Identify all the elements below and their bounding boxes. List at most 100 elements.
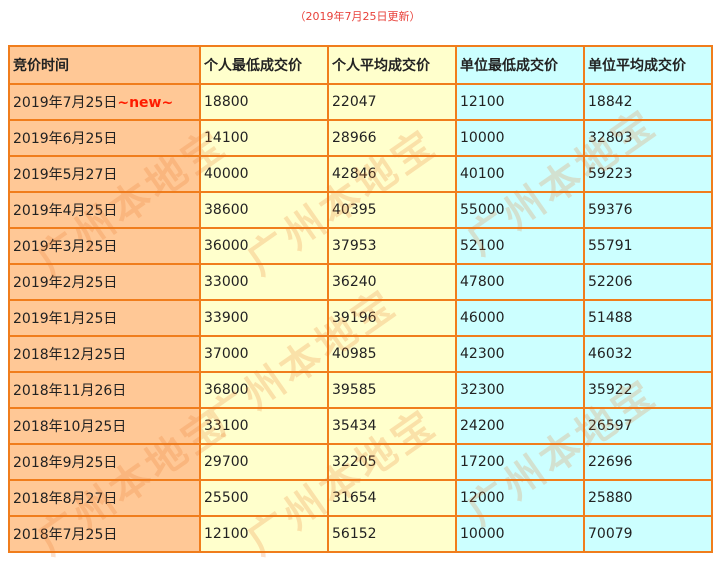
col-header-unit-avg: 单位平均成交价 bbox=[583, 45, 713, 85]
table-row: 2018年8月27日 25500 31654 12000 25880 bbox=[8, 479, 713, 517]
cell-personal-min: 25500 bbox=[199, 479, 329, 517]
cell-personal-avg: 22047 bbox=[327, 83, 457, 121]
cell-personal-avg: 28966 bbox=[327, 119, 457, 157]
cell-date: 2019年6月25日 bbox=[8, 119, 201, 157]
cell-unit-min: 24200 bbox=[455, 407, 585, 445]
cell-date: 2018年7月25日 bbox=[8, 515, 201, 553]
cell-unit-avg: 59376 bbox=[583, 191, 713, 229]
date-text: 2018年7月25日 bbox=[13, 527, 118, 543]
cell-personal-min: 40000 bbox=[199, 155, 329, 193]
cell-personal-avg: 31654 bbox=[327, 479, 457, 517]
cell-personal-min: 33100 bbox=[199, 407, 329, 445]
cell-unit-avg: 70079 bbox=[583, 515, 713, 553]
cell-personal-min: 33000 bbox=[199, 263, 329, 301]
cell-unit-min: 46000 bbox=[455, 299, 585, 337]
cell-personal-avg: 39585 bbox=[327, 371, 457, 409]
cell-personal-avg: 36240 bbox=[327, 263, 457, 301]
cell-unit-min: 52100 bbox=[455, 227, 585, 265]
table-row: 2019年2月25日 33000 36240 47800 52206 bbox=[8, 263, 713, 301]
cell-unit-avg: 25880 bbox=[583, 479, 713, 517]
cell-unit-min: 12000 bbox=[455, 479, 585, 517]
date-text: 2018年9月25日 bbox=[13, 455, 118, 471]
cell-personal-min: 37000 bbox=[199, 335, 329, 373]
cell-date: 2019年2月25日 bbox=[8, 263, 201, 301]
cell-unit-avg: 46032 bbox=[583, 335, 713, 373]
cell-date: 2019年3月25日 bbox=[8, 227, 201, 265]
date-text: 2019年2月25日 bbox=[13, 275, 118, 291]
cell-personal-min: 36000 bbox=[199, 227, 329, 265]
cell-date: 2019年7月25日~new~ bbox=[8, 83, 201, 121]
cell-unit-avg: 55791 bbox=[583, 227, 713, 265]
date-text: 2019年5月27日 bbox=[13, 167, 118, 183]
cell-personal-avg: 32205 bbox=[327, 443, 457, 481]
cell-date: 2018年8月27日 bbox=[8, 479, 201, 517]
table-row: 2019年1月25日 33900 39196 46000 51488 bbox=[8, 299, 713, 337]
cell-personal-avg: 40985 bbox=[327, 335, 457, 373]
cell-date: 2018年12月25日 bbox=[8, 335, 201, 373]
cell-unit-avg: 18842 bbox=[583, 83, 713, 121]
cell-unit-min: 10000 bbox=[455, 119, 585, 157]
new-badge: ~new~ bbox=[117, 95, 174, 111]
cell-personal-min: 12100 bbox=[199, 515, 329, 553]
table-body: 2019年7月25日~new~ 18800 22047 12100 18842 2019年… bbox=[8, 83, 713, 553]
table-row: 2018年10月25日 33100 35434 24200 26597 bbox=[8, 407, 713, 445]
cell-personal-min: 36800 bbox=[199, 371, 329, 409]
cell-personal-min: 29700 bbox=[199, 443, 329, 481]
date-text: 2018年8月27日 bbox=[13, 491, 118, 507]
table-row: 2018年9月25日 29700 32205 17200 22696 bbox=[8, 443, 713, 481]
cell-personal-min: 14100 bbox=[199, 119, 329, 157]
cell-unit-min: 55000 bbox=[455, 191, 585, 229]
cell-date: 2019年1月25日 bbox=[8, 299, 201, 337]
cell-personal-avg: 40395 bbox=[327, 191, 457, 229]
date-text: 2018年11月26日 bbox=[13, 383, 127, 399]
cell-unit-min: 40100 bbox=[455, 155, 585, 193]
cell-unit-avg: 32803 bbox=[583, 119, 713, 157]
cell-unit-min: 32300 bbox=[455, 371, 585, 409]
date-text: 2019年7月25日 bbox=[13, 95, 118, 111]
cell-personal-avg: 35434 bbox=[327, 407, 457, 445]
table-row: 2019年6月25日 14100 28966 10000 32803 bbox=[8, 119, 713, 157]
auction-price-table: 竞价时间 个人最低成交价 个人平均成交价 单位最低成交价 单位平均成交价 201… bbox=[8, 45, 713, 553]
cell-personal-avg: 42846 bbox=[327, 155, 457, 193]
table-row: 2018年11月26日 36800 39585 32300 35922 bbox=[8, 371, 713, 409]
cell-unit-min: 42300 bbox=[455, 335, 585, 373]
update-notice: （2019年7月25日更新） bbox=[294, 10, 421, 23]
cell-personal-min: 18800 bbox=[199, 83, 329, 121]
cell-date: 2018年10月25日 bbox=[8, 407, 201, 445]
cell-personal-avg: 39196 bbox=[327, 299, 457, 337]
cell-unit-avg: 26597 bbox=[583, 407, 713, 445]
table-row: 2019年3月25日 36000 37953 52100 55791 bbox=[8, 227, 713, 265]
table-row: 2019年5月27日 40000 42846 40100 59223 bbox=[8, 155, 713, 193]
cell-personal-min: 33900 bbox=[199, 299, 329, 337]
table-row: 2019年4月25日 38600 40395 55000 59376 bbox=[8, 191, 713, 229]
col-header-unit-min: 单位最低成交价 bbox=[455, 45, 585, 85]
date-text: 2019年1月25日 bbox=[13, 311, 118, 327]
cell-unit-min: 17200 bbox=[455, 443, 585, 481]
cell-unit-avg: 52206 bbox=[583, 263, 713, 301]
table-row: 2018年7月25日 12100 56152 10000 70079 bbox=[8, 515, 713, 553]
date-text: 2019年3月25日 bbox=[13, 239, 118, 255]
cell-unit-avg: 22696 bbox=[583, 443, 713, 481]
cell-unit-avg: 59223 bbox=[583, 155, 713, 193]
cell-unit-min: 12100 bbox=[455, 83, 585, 121]
cell-personal-avg: 37953 bbox=[327, 227, 457, 265]
date-text: 2019年4月25日 bbox=[13, 203, 118, 219]
cell-date: 2018年9月25日 bbox=[8, 443, 201, 481]
table-header-row: 竞价时间 个人最低成交价 个人平均成交价 单位最低成交价 单位平均成交价 bbox=[8, 45, 713, 85]
cell-date: 2018年11月26日 bbox=[8, 371, 201, 409]
cell-unit-min: 47800 bbox=[455, 263, 585, 301]
col-header-personal-avg: 个人平均成交价 bbox=[327, 45, 457, 85]
cell-date: 2019年4月25日 bbox=[8, 191, 201, 229]
date-text: 2018年12月25日 bbox=[13, 347, 127, 363]
col-header-date: 竞价时间 bbox=[8, 45, 201, 85]
date-text: 2019年6月25日 bbox=[13, 131, 118, 147]
col-header-personal-min: 个人最低成交价 bbox=[199, 45, 329, 85]
table-row: 2018年12月25日 37000 40985 42300 46032 bbox=[8, 335, 713, 373]
cell-date: 2019年5月27日 bbox=[8, 155, 201, 193]
cell-unit-avg: 51488 bbox=[583, 299, 713, 337]
cell-unit-avg: 35922 bbox=[583, 371, 713, 409]
date-text: 2018年10月25日 bbox=[13, 419, 127, 435]
cell-unit-min: 10000 bbox=[455, 515, 585, 553]
cell-personal-avg: 56152 bbox=[327, 515, 457, 553]
table-row: 2019年7月25日~new~ 18800 22047 12100 18842 bbox=[8, 83, 713, 121]
